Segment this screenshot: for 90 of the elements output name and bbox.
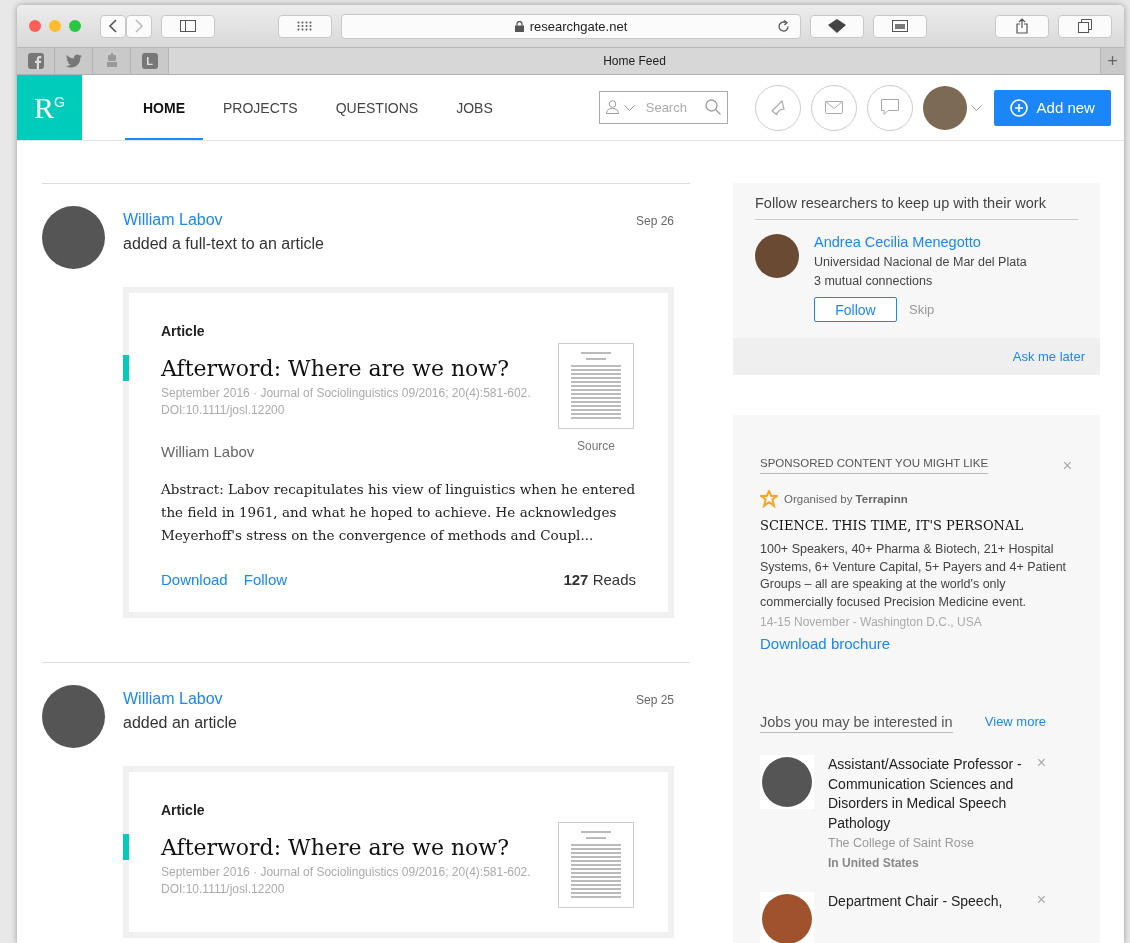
ask-later-link[interactable]: Ask me later bbox=[1012, 349, 1085, 364]
grid-button[interactable] bbox=[278, 14, 332, 38]
sidebar-button[interactable] bbox=[161, 14, 215, 38]
search-icon bbox=[704, 99, 721, 115]
tabs-overview-button[interactable] bbox=[1058, 14, 1112, 38]
card-action-link[interactable]: Follow bbox=[243, 571, 288, 588]
folder-button[interactable] bbox=[873, 14, 927, 38]
mutual-connections-text: 3 mutual connections bbox=[814, 274, 934, 288]
view-more-link[interactable]: View more bbox=[984, 714, 1046, 729]
article-meta: September 2016 · Journal of Sociolinguistics 09/2016; 20(4):581-602. bbox=[161, 864, 532, 881]
organiser-text: Organised by Terrapinn bbox=[784, 493, 908, 505]
close-window-button[interactable] bbox=[29, 20, 41, 32]
nav-tab[interactable]: HOME bbox=[125, 75, 203, 140]
institution-text: Universidad Nacional de Mar del Plata bbox=[814, 255, 1027, 269]
nav-tab[interactable]: JOBS bbox=[438, 75, 511, 140]
article-title[interactable]: Afterword: Where are we now? bbox=[161, 834, 509, 860]
search-field[interactable]: Search bbox=[598, 91, 728, 124]
document-thumbnail[interactable] bbox=[558, 343, 634, 429]
article-meta: September 2016 · Journal of Sociolinguistics 09/2016; 20(4):581-602. bbox=[161, 385, 532, 402]
abstract-text: Abstract: Labov recapitulates his view of linguistics when he entered the field in 1961, and what he hoped to achieve. He acknowledges Meyerhoff's stress on the convergence of methods and Coupl... bbox=[161, 480, 636, 545]
accent-bar bbox=[123, 834, 129, 860]
share-icon bbox=[1016, 18, 1028, 34]
article-type: Article bbox=[161, 802, 206, 818]
source-label: Source bbox=[577, 439, 615, 453]
address-bar[interactable]: researchgate.net bbox=[341, 13, 801, 39]
activity-text: added a full-text to an article bbox=[123, 235, 325, 253]
url-text: researchgate.net bbox=[529, 18, 628, 34]
close-button[interactable]: × bbox=[1062, 457, 1072, 474]
grid-dots-icon bbox=[297, 21, 313, 31]
section-heading: Jobs you may be interested in bbox=[760, 714, 953, 733]
location-text: In United States bbox=[828, 856, 920, 870]
card-action-link[interactable]: Download bbox=[161, 571, 228, 588]
nav-tab[interactable]: PROJECTS bbox=[205, 75, 316, 140]
job-title-link[interactable]: Department Chair - Speech, bbox=[828, 892, 1023, 912]
document-thumbnail[interactable] bbox=[558, 822, 634, 908]
forward-button[interactable] bbox=[126, 14, 152, 38]
ad-description: 100+ Speakers, 40+ Pharma & Biotech, 21+ Hospital Systems, 6+ Venture Capital, 5+ Payers and 4+ Patient Groups – all are speaking at the world's only commercially focused Precision Medicine event. bbox=[760, 541, 1068, 611]
folder-icon bbox=[892, 20, 908, 32]
facebook-icon bbox=[27, 53, 44, 69]
pinned-tab[interactable]: L bbox=[131, 48, 169, 74]
author-link[interactable]: William Labov bbox=[123, 690, 636, 708]
letter-icon: L bbox=[141, 53, 158, 69]
reload-icon[interactable] bbox=[777, 19, 790, 33]
institution-seal-icon bbox=[760, 755, 814, 809]
article-meta: DOI:10.1111/josl.12200 bbox=[161, 881, 286, 898]
tabs-icon bbox=[1078, 19, 1092, 33]
skip-link[interactable]: Skip bbox=[909, 302, 935, 317]
reads-count: 127 Reads bbox=[563, 571, 636, 588]
ad-title: SCIENCE. THIS TIME, IT'S PERSONAL bbox=[760, 518, 1024, 533]
article-type: Article bbox=[161, 323, 206, 339]
nav-tab[interactable]: QUESTIONS bbox=[317, 75, 437, 140]
post-date: Sep 26 bbox=[635, 214, 674, 228]
close-button[interactable]: × bbox=[1036, 755, 1046, 771]
section-heading: SPONSORED CONTENT YOU MIGHT LIKE bbox=[760, 457, 989, 474]
lock-icon bbox=[514, 20, 524, 32]
bird-icon bbox=[65, 54, 82, 68]
follow-button[interactable]: Follow bbox=[814, 297, 897, 322]
download-brochure-link[interactable]: Download brochure bbox=[760, 635, 1072, 652]
envelope-icon bbox=[824, 101, 843, 114]
activity-text: added an article bbox=[123, 714, 238, 732]
article-meta: DOI:10.1111/josl.12200 bbox=[161, 402, 286, 419]
caret-icon[interactable] bbox=[970, 104, 982, 111]
job-title-link[interactable]: Assistant/Associate Professor - Communication Sciences and Disorders in Medical Speech Pathology bbox=[828, 755, 1023, 833]
author-link[interactable]: William Labov bbox=[123, 211, 636, 229]
plus-circle-icon bbox=[1009, 98, 1028, 117]
article-title[interactable]: Afterword: Where are we now? bbox=[161, 355, 509, 381]
back-chevron-icon bbox=[108, 19, 118, 33]
panel-heading: Follow researchers to keep up with their work bbox=[755, 195, 1078, 220]
forward-chevron-icon bbox=[134, 19, 144, 33]
add-new-button[interactable]: Add new bbox=[993, 89, 1111, 126]
person-icon bbox=[605, 100, 619, 114]
site-logo[interactable]: R$^{G}$ bbox=[17, 75, 82, 140]
employer-text: The College of Saint Rose bbox=[828, 836, 975, 850]
avatar-photo-placeholder bbox=[755, 234, 799, 278]
extension-button[interactable] bbox=[810, 14, 864, 38]
speech-bubble-icon bbox=[880, 99, 899, 116]
back-button[interactable] bbox=[100, 14, 126, 38]
accent-bar bbox=[123, 355, 129, 381]
zoom-window-button[interactable] bbox=[69, 20, 81, 32]
pin-star-icon bbox=[760, 490, 778, 508]
sidebar-icon bbox=[180, 20, 196, 32]
article-author: William Labov bbox=[161, 443, 256, 460]
share-button[interactable] bbox=[995, 14, 1049, 38]
close-button[interactable]: × bbox=[1036, 892, 1046, 908]
researcher-name-link[interactable]: Andrea Cecilia Menegotto bbox=[814, 234, 1027, 250]
event-details: 14-15 November - Washington D.C., USA bbox=[760, 615, 983, 629]
diamond-icon bbox=[828, 19, 846, 33]
post-date: Sep 25 bbox=[635, 693, 674, 707]
caret-icon bbox=[623, 105, 635, 111]
browser-tab[interactable]: Home Feed bbox=[169, 48, 1100, 74]
